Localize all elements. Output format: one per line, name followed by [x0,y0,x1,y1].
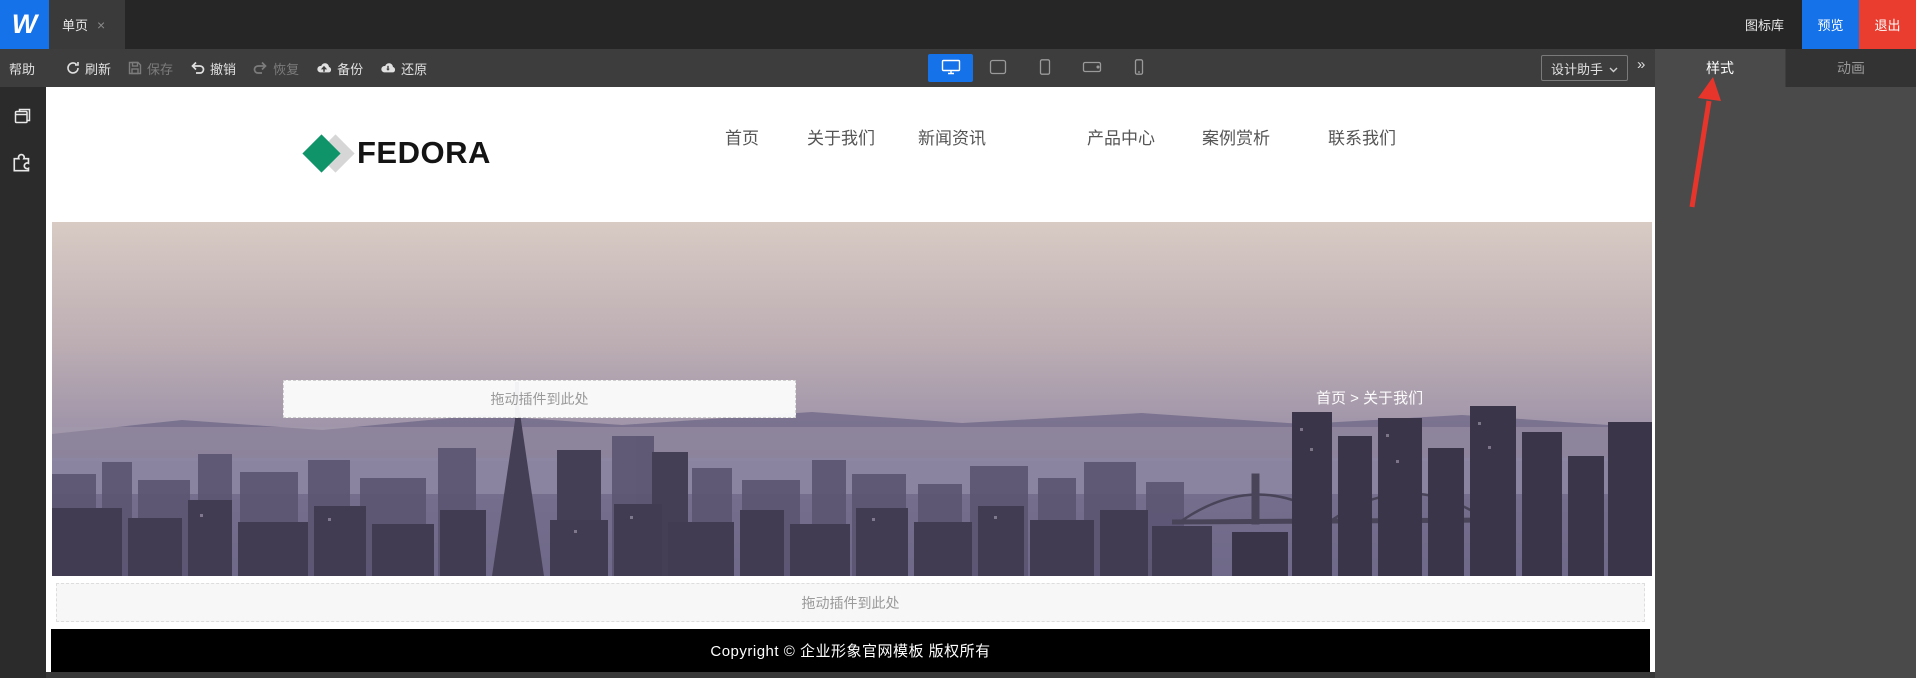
phone-landscape-icon [1082,59,1102,78]
backup-button[interactable]: 备份 [316,59,363,78]
hero-banner[interactable]: 拖动插件到此处 首页 > 关于我们 [52,222,1652,576]
site-header: FEDORA 首页 关于我们 新闻资讯 产品中心 案例赏析 联系我们 [46,87,1655,222]
page-tab-label: 单页 [62,15,88,34]
app-window: W 单页 × 图标库 预览 退出 帮助 刷新 [0,0,1916,678]
spacer [46,576,1655,583]
hero-plugin-dropzone[interactable]: 拖动插件到此处 [283,380,796,418]
undo-button[interactable]: 撤销 [190,59,236,78]
puzzle-icon [11,150,35,179]
help-button[interactable]: 帮助 [0,59,49,78]
device-preview-switcher [928,54,1161,82]
site-logo-text: FEDORA [357,135,491,171]
top-bar: W 单页 × 图标库 预览 退出 [0,0,1916,49]
right-panel: 样式 动画 [1655,49,1916,678]
refresh-icon [66,61,80,75]
exit-button[interactable]: 退出 [1859,0,1916,49]
left-sidebar [0,87,46,678]
site-logo: FEDORA [295,131,495,177]
restore-button[interactable]: 还原 [380,59,427,78]
redo-button[interactable]: 恢复 [253,59,299,78]
page-tab-close-icon[interactable]: × [97,17,105,33]
nav-news[interactable]: 新闻资讯 [918,124,986,149]
panel-collapse-button[interactable]: » [1637,56,1645,73]
cloud-download-icon [380,61,396,75]
save-button[interactable]: 保存 [128,59,173,78]
device-pad-portrait-button[interactable] [1022,54,1067,82]
nav-cases[interactable]: 案例赏析 [1202,124,1270,149]
device-phone-portrait-button[interactable] [1116,54,1161,82]
app-logo-letter: W [12,9,37,40]
device-pad-landscape-button[interactable] [975,54,1020,82]
device-desktop-button[interactable] [928,54,973,82]
page-tab[interactable]: 单页 × [49,0,125,49]
editor-canvas: FEDORA 首页 关于我们 新闻资讯 产品中心 案例赏析 联系我们 [46,87,1655,678]
site-page: FEDORA 首页 关于我们 新闻资讯 产品中心 案例赏析 联系我们 [46,87,1655,672]
icon-library-button[interactable]: 图标库 [1727,0,1802,49]
plugins-panel-button[interactable] [0,141,46,187]
desktop-icon [941,59,961,78]
chevron-down-icon [1609,61,1618,76]
spacer [46,622,1655,629]
nav-products[interactable]: 产品中心 [1087,124,1155,149]
redo-icon [253,61,268,75]
toolbar: 帮助 刷新 保存 [0,49,1655,87]
tab-animation[interactable]: 动画 [1785,49,1916,87]
cloud-upload-icon [316,61,332,75]
save-icon [128,61,142,75]
pad-landscape-icon [988,59,1008,78]
nav-contact[interactable]: 联系我们 [1328,124,1396,149]
breadcrumb: 首页 > 关于我们 [1316,380,1423,418]
body-plugin-dropzone[interactable]: 拖动插件到此处 [56,583,1645,622]
pad-portrait-icon [1035,59,1055,78]
nav-about[interactable]: 关于我们 [807,124,875,149]
design-assistant-button[interactable]: 设计助手 [1541,55,1628,81]
device-phone-landscape-button[interactable] [1069,54,1114,82]
preview-button[interactable]: 预览 [1802,0,1859,49]
panel-tabs: 样式 动画 [1655,49,1916,87]
tab-style[interactable]: 样式 [1655,49,1785,87]
refresh-button[interactable]: 刷新 [66,59,111,78]
pages-icon [11,104,35,133]
site-footer: Copyright © 企业形象官网模板 版权所有 [51,629,1650,672]
nav-home[interactable]: 首页 [725,124,759,149]
pages-panel-button[interactable] [0,95,46,141]
undo-icon [190,61,205,75]
annotation-arrow [1655,49,1916,678]
app-logo-button[interactable]: W [0,0,49,49]
phone-portrait-icon [1129,59,1149,78]
topbar-actions: 图标库 预览 退出 [1727,0,1916,49]
